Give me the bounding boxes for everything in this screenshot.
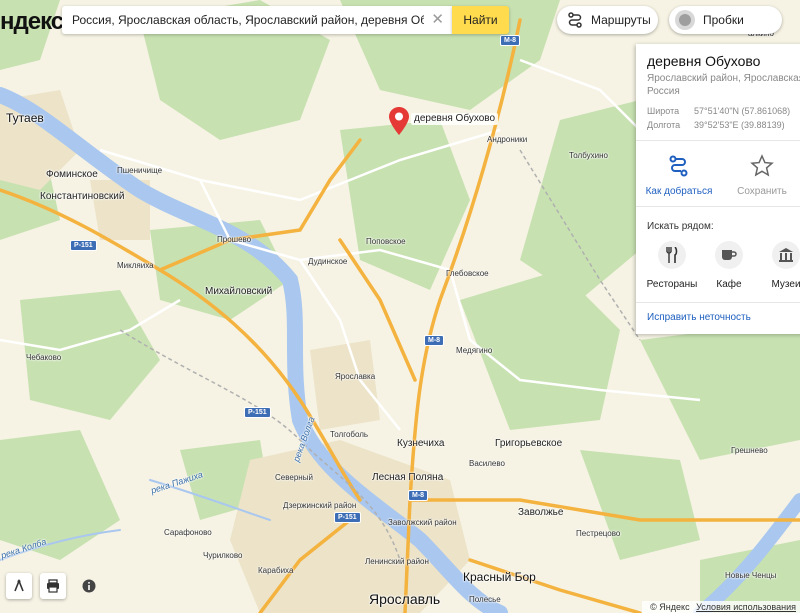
marker-label: деревня Обухово [411, 113, 499, 125]
road-shield-m8: М-8 [500, 35, 521, 46]
marker-pin-icon [389, 107, 409, 135]
label-tutaev: Тутаев [6, 111, 44, 125]
label-fominskoe: Фоминское [46, 169, 98, 180]
category-label: Музеи [771, 279, 800, 290]
save-label: Сохранить [737, 186, 787, 197]
divider [636, 302, 800, 303]
label-novye-chentsy: Новые Ченцы [725, 571, 777, 580]
label-yaroslavl: Ярославль [369, 591, 441, 607]
directions-icon [669, 155, 688, 177]
label-proshevo: Прошево [217, 235, 252, 244]
road-shield-p151: Р-151 [70, 240, 97, 251]
place-address: Ярославский район, Ярославская Россия [647, 73, 800, 97]
label-androniki: Андроники [487, 135, 528, 144]
footer: © Яндекс Условия использования [642, 601, 800, 613]
label-krasny-bor: Красный Бор [463, 570, 536, 584]
label-kuznechikha: Кузнечиха [397, 438, 445, 449]
longitude-value: 39°52'53"E (39.88139) [694, 120, 785, 130]
terms-link[interactable]: Условия использования [696, 602, 796, 612]
traffic-button[interactable]: Пробки [669, 6, 782, 34]
latitude-row: Широта 57°51'40"N (57.861068) [647, 106, 790, 116]
longitude-row: Долгота 39°52'53"E (39.88139) [647, 120, 785, 130]
label-popovskoe: Поповское [366, 237, 406, 246]
find-button[interactable]: Найти [452, 6, 509, 34]
label-glebovskoe: Глебовское [446, 269, 489, 278]
label-yaroslavka: Ярославка [335, 372, 376, 381]
road-shield-p151: Р-151 [334, 512, 361, 523]
label-zavolzhsky: Заволжский район [388, 518, 457, 527]
label-vasilevo: Василево [469, 459, 505, 468]
label-churilkovo: Чурилково [203, 551, 243, 560]
routes-label: Маршруты [591, 13, 651, 27]
label-leninsky: Ленинский район [365, 557, 429, 566]
label-tolgobol: Толгоболь [330, 430, 369, 439]
report-error-link[interactable]: Исправить неточность [647, 312, 751, 323]
label-pshenichishche: Пшеничище [117, 166, 163, 175]
save-button[interactable]: Сохранить [722, 154, 800, 197]
label-konstantinovsky: Константиновский [40, 191, 125, 202]
latitude-value: 57°51'40"N (57.861068) [694, 106, 791, 116]
place-card: деревня Обухово Ярославский район, Яросл… [636, 44, 800, 334]
divider [636, 206, 800, 207]
label-lesnaya-polyana: Лесная Поляна [372, 472, 444, 483]
fork-knife-icon [666, 247, 678, 263]
info-button[interactable] [76, 573, 102, 599]
label-grigorevskoe: Григорьевское [495, 438, 563, 449]
latitude-label: Широта [647, 106, 680, 116]
label-miklyaikha: Микляиха [117, 261, 154, 270]
ruler-icon [14, 579, 24, 592]
routes-button[interactable]: Маршруты [557, 6, 658, 34]
ruler-button[interactable] [6, 573, 32, 599]
star-icon [750, 154, 774, 177]
label-severny: Северный [275, 473, 313, 482]
label-chebakovo: Чебаково [26, 353, 62, 362]
directions-label: Как добраться [645, 186, 713, 197]
clear-icon[interactable]: ✕ [431, 12, 444, 27]
directions-button[interactable]: Как добраться [639, 154, 719, 197]
nearby-cafe-button[interactable]: Кафе [701, 241, 757, 290]
road-shield-m8: М-8 [424, 335, 445, 346]
label-pestretsovo: Пестрецово [576, 529, 621, 538]
label-greshnevo: Грешнево [731, 446, 768, 455]
place-title: деревня Обухово [647, 53, 761, 69]
search-box: ✕ [62, 6, 452, 34]
road-shield-m8: М-8 [408, 490, 429, 501]
label-medyagino: Медягино [456, 346, 493, 355]
label-dzerzhinsky: Дзержинский район [283, 501, 357, 510]
label-dudinskoe: Дудинское [308, 257, 348, 266]
road-shield-p151: Р-151 [244, 407, 271, 418]
label-tolbukhino: Толбухино [569, 151, 608, 160]
copyright: © Яндекс [650, 602, 690, 612]
route-icon [568, 12, 582, 28]
info-icon [82, 579, 96, 593]
nearby-restaurants-button[interactable]: Рестораны [644, 241, 700, 290]
nearby-heading: Искать рядом: [647, 221, 714, 232]
label-polesye: Полесье [469, 595, 501, 604]
yandex-logo[interactable]: ндекс [0, 8, 64, 36]
divider [636, 140, 800, 141]
label-zavolzhye: Заволжье [518, 507, 564, 518]
cup-icon [722, 250, 737, 260]
longitude-label: Долгота [647, 120, 681, 130]
print-icon [47, 579, 59, 593]
traffic-icon [675, 10, 695, 30]
category-label: Кафе [716, 279, 742, 290]
label-karabikha: Карабиха [258, 566, 294, 575]
search-input[interactable] [70, 12, 426, 28]
traffic-label: Пробки [703, 13, 744, 27]
label-mikhaylovsky: Михайловский [205, 286, 273, 297]
print-button[interactable] [40, 573, 66, 599]
label-sarafonovo: Сарафоново [164, 528, 212, 537]
nearby-museums-button[interactable]: Музеи [758, 241, 800, 290]
museum-icon [779, 248, 793, 262]
category-label: Рестораны [646, 279, 698, 290]
